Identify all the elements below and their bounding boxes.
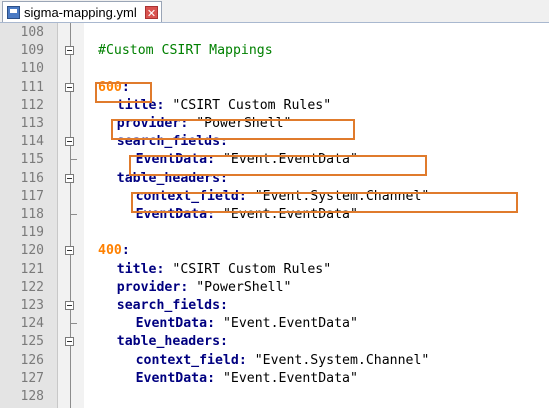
line-number: 120 xyxy=(20,243,44,259)
code-token-colon: : xyxy=(220,298,228,313)
code-token-colon: : xyxy=(121,243,130,259)
code-token-colon: : xyxy=(156,97,173,113)
file-tab[interactable]: sigma-mapping.yml ✕ xyxy=(2,1,162,22)
line-number: 110 xyxy=(20,61,44,77)
code-token-str: "PowerShell" xyxy=(196,279,292,295)
line-number: 128 xyxy=(20,389,44,404)
code-line[interactable]: 124 EventData: "Event.EventData" xyxy=(0,315,549,333)
code-token-comment: #Custom CSIRT Mappings xyxy=(98,43,273,59)
code-token-key: EventData xyxy=(135,316,208,332)
fold-toggle-icon[interactable] xyxy=(65,173,74,183)
fold-toggle-icon[interactable] xyxy=(65,46,74,56)
code-text: #Custom CSIRT Mappings xyxy=(98,42,273,60)
code-token-str: "Event.System.Channel" xyxy=(254,352,430,368)
code-editor[interactable]: 108 109 #Custom CSIRT Mappings 110 111 600: 11… xyxy=(0,23,549,408)
line-number: 114 xyxy=(20,134,44,150)
fold-end-marker xyxy=(70,159,77,161)
code-text: table_headers: xyxy=(117,333,228,351)
code-line[interactable]: 125 table_headers: xyxy=(0,333,549,351)
line-number: 121 xyxy=(20,261,44,277)
code-line[interactable]: 120 400: xyxy=(0,242,549,260)
line-number: 113 xyxy=(20,116,44,131)
code-token-key: provider xyxy=(116,279,181,295)
code-text: EventData: "Event.EventData" xyxy=(136,370,358,388)
code-line[interactable]: 128 xyxy=(0,388,549,406)
fold-toggle-icon[interactable] xyxy=(65,337,74,347)
code-token-str: "Event.EventData" xyxy=(222,370,358,386)
close-icon[interactable]: ✕ xyxy=(145,5,158,20)
line-number: 126 xyxy=(20,352,44,368)
line-number: 111 xyxy=(20,79,44,95)
line-number: 115 xyxy=(20,152,44,168)
code-line[interactable]: 109 #Custom CSIRT Mappings xyxy=(0,42,549,60)
code-token-colon: : xyxy=(156,261,173,277)
code-line[interactable]: 110 xyxy=(0,60,549,78)
code-token-colon: : xyxy=(180,279,197,295)
code-token-key: table_headers xyxy=(116,334,221,350)
code-token-colon: : xyxy=(238,352,255,368)
fold-end-marker xyxy=(70,214,77,215)
line-number: 112 xyxy=(20,97,44,113)
code-line[interactable]: 108 xyxy=(0,24,549,42)
code-line[interactable]: 126 context_field: "Event.System.Channel" xyxy=(0,352,549,370)
code-line[interactable]: 119 xyxy=(0,224,549,242)
line-number: 127 xyxy=(20,370,44,386)
line-number: 125 xyxy=(20,334,44,350)
code-line[interactable]: 111 600: xyxy=(0,79,549,97)
tab-bar: sigma-mapping.yml ✕ xyxy=(0,0,549,23)
line-number: 123 xyxy=(20,298,44,313)
code-token-str: "CSIRT Custom Rules" xyxy=(172,97,332,113)
code-text: title: "CSIRT Custom Rules" xyxy=(117,261,331,279)
code-text: provider: "PowerShell" xyxy=(117,279,292,297)
code-token-key: context_field xyxy=(135,352,239,368)
highlight-box-600 xyxy=(95,82,152,103)
code-token-key: EventData xyxy=(135,370,208,386)
code-token-key: title xyxy=(116,261,157,277)
code-line[interactable]: 123 search_fields: xyxy=(0,297,549,315)
line-number: 109 xyxy=(20,43,44,59)
save-file-icon xyxy=(7,5,20,19)
fold-end-marker xyxy=(70,323,77,325)
highlight-box-context-field xyxy=(131,192,518,213)
code-token-colon: : xyxy=(220,334,228,350)
code-line[interactable]: 112 title: "CSIRT Custom Rules" xyxy=(0,97,549,115)
code-token-num: 400 xyxy=(98,243,122,259)
line-number: 119 xyxy=(20,225,44,241)
highlight-box-provider xyxy=(111,119,355,140)
code-text: search_fields: xyxy=(117,297,228,315)
code-token-colon: : xyxy=(207,316,223,332)
fold-toggle-icon[interactable] xyxy=(65,301,74,310)
fold-toggle-icon[interactable] xyxy=(65,246,74,256)
line-number: 118 xyxy=(20,207,44,222)
line-number: 124 xyxy=(20,316,44,332)
line-number: 108 xyxy=(20,25,44,40)
code-token-str: "Event.EventData" xyxy=(222,316,358,332)
tab-filename: sigma-mapping.yml xyxy=(24,4,137,20)
code-token-str: "CSIRT Custom Rules" xyxy=(172,261,332,277)
code-line[interactable]: 127 EventData: "Event.EventData" xyxy=(0,370,549,388)
code-line[interactable]: 121 title: "CSIRT Custom Rules" xyxy=(0,261,549,279)
code-token-colon: : xyxy=(207,370,223,386)
code-text: 400: xyxy=(98,242,130,260)
line-number: 117 xyxy=(20,188,44,204)
fold-toggle-icon[interactable] xyxy=(65,137,74,147)
code-token-key: search_fields xyxy=(116,298,221,313)
line-number: 122 xyxy=(20,279,44,295)
highlight-box-eventdata xyxy=(129,155,427,176)
code-line[interactable]: 122 provider: "PowerShell" xyxy=(0,279,549,297)
code-text: context_field: "Event.System.Channel" xyxy=(136,352,430,370)
code-text: EventData: "Event.EventData" xyxy=(136,315,358,333)
line-number: 116 xyxy=(20,170,44,186)
fold-toggle-icon[interactable] xyxy=(65,82,74,92)
